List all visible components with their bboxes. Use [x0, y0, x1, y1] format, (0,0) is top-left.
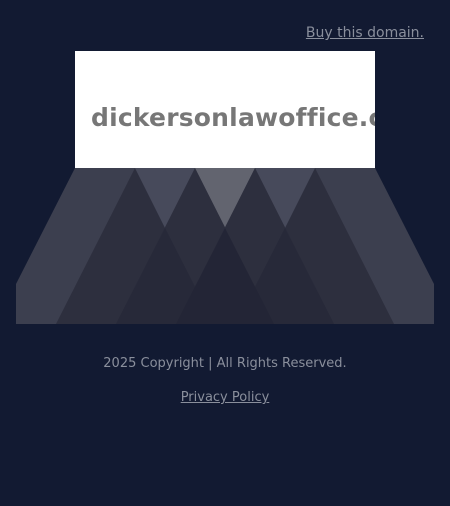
privacy-policy-link[interactable]: Privacy Policy — [181, 390, 270, 405]
domain-box: dickersonlawoffice.com — [75, 51, 375, 168]
copyright-text: 2025 Copyright | All Rights Reserved. — [103, 356, 347, 371]
decorative-triangles — [16, 168, 434, 324]
privacy-container: Privacy Policy — [0, 390, 450, 405]
domain-name: dickersonlawoffice.com — [91, 103, 375, 132]
buy-domain-link[interactable]: Buy this domain. — [306, 25, 424, 41]
hero-graphic — [16, 168, 434, 324]
